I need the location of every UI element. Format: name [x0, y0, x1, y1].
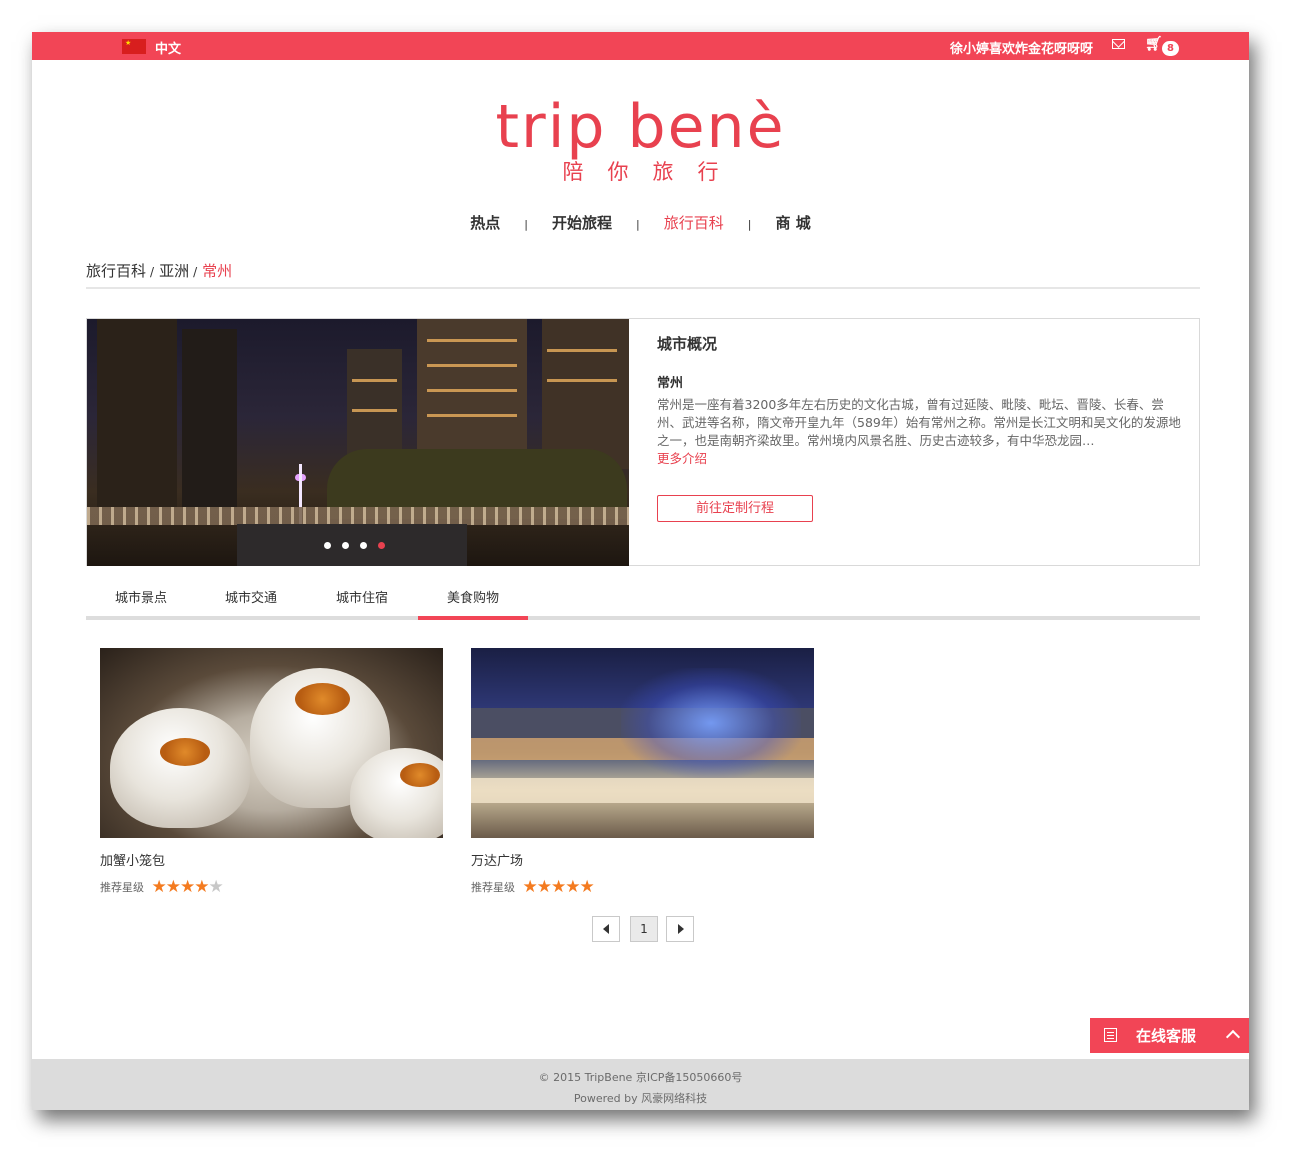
- star-icon: ★: [522, 877, 538, 897]
- more-info-link[interactable]: 更多介绍: [657, 448, 707, 467]
- divider: [86, 287, 1200, 289]
- item-rating: 推荐星级 ★★★★★: [100, 877, 443, 897]
- star-icon: ★: [208, 877, 224, 897]
- city-overview-panel: 城市概况 常州 常州是一座有着3200多年左右历史的文化古城，曾有过延陵、毗陵、…: [86, 318, 1200, 566]
- tab-transport[interactable]: 城市交通: [196, 587, 306, 606]
- breadcrumb-separator: /: [193, 265, 198, 279]
- carousel-dot[interactable]: [378, 542, 385, 549]
- star-icon: ★: [565, 877, 580, 897]
- carousel-indicators: [324, 534, 396, 553]
- powered-by-text: Powered by 风豪网络科技: [573, 1092, 708, 1105]
- mail-icon[interactable]: [1112, 39, 1125, 49]
- user-name-link[interactable]: 徐小婷喜欢炸金花呀呀呀: [950, 38, 1093, 57]
- top-bar: ★ 中文 徐小婷喜欢炸金花呀呀呀 🛒︎ 8: [32, 32, 1249, 60]
- item-name[interactable]: 加蟹小笼包: [100, 850, 443, 869]
- star-icon: ★: [180, 877, 195, 897]
- tab-accommodation[interactable]: 城市住宿: [307, 587, 417, 606]
- cart-icon[interactable]: 🛒︎: [1145, 36, 1163, 52]
- light-installation: [621, 668, 801, 778]
- star-rating: ★★★★★: [151, 877, 224, 897]
- star-icon: ★: [194, 877, 209, 897]
- item-rating: 推荐星级 ★★★★★: [471, 877, 814, 897]
- tab-attractions[interactable]: 城市景点: [86, 587, 196, 606]
- nav-item-start-journey[interactable]: 开始旅程: [528, 214, 636, 232]
- nav-item-hot[interactable]: 热点: [446, 214, 524, 232]
- nav-item-travel-wiki[interactable]: 旅行百科: [640, 214, 748, 232]
- language-switch[interactable]: 中文: [155, 38, 181, 57]
- browser-page: ★ 中文 徐小婷喜欢炸金花呀呀呀 🛒︎ 8 trip benè 陪你旅行 热点 |…: [32, 32, 1249, 1110]
- star-icon: ★: [551, 877, 566, 897]
- food-photo[interactable]: [100, 648, 443, 838]
- list-item[interactable]: 加蟹小笼包 推荐星级 ★★★★★: [100, 648, 443, 897]
- carousel-dot[interactable]: [360, 542, 367, 549]
- category-tabs: 城市景点 城市交通 城市住宿 美食购物: [86, 581, 1200, 621]
- chat-list-icon: [1104, 1028, 1117, 1042]
- rating-label: 推荐星级: [100, 881, 144, 894]
- prev-page-icon[interactable]: [592, 916, 620, 942]
- online-service-widget[interactable]: 在线客服: [1090, 1018, 1249, 1053]
- breadcrumb-separator: /: [150, 265, 155, 279]
- city-name: 常州: [657, 376, 684, 391]
- tab-underline-track: [86, 616, 1200, 620]
- star-rating: ★★★★★: [522, 877, 595, 897]
- river-railing: [87, 507, 629, 525]
- main-nav: 热点 | 开始旅程 | 旅行百科 | 商 城: [32, 212, 1249, 233]
- next-page-icon[interactable]: [666, 916, 694, 942]
- page-number[interactable]: 1: [630, 916, 658, 942]
- china-flag-icon[interactable]: ★: [122, 39, 146, 54]
- item-name[interactable]: 万达广场: [471, 850, 814, 869]
- breadcrumb: 旅行百科 / 亚洲 / 常州: [86, 260, 232, 281]
- tab-food-shopping[interactable]: 美食购物: [418, 587, 528, 606]
- cart-count-badge: 8: [1162, 41, 1179, 56]
- logo-tagline: 陪你旅行: [562, 160, 743, 184]
- list-item[interactable]: 万达广场 推荐星级 ★★★★★: [471, 648, 814, 897]
- breadcrumb-item-travel-wiki[interactable]: 旅行百科: [86, 262, 146, 280]
- copyright-text: © 2015 TripBene 京ICP备15050660号: [538, 1071, 743, 1084]
- carousel-dot[interactable]: [324, 542, 331, 549]
- footer: © 2015 TripBene 京ICP备15050660号 Powered b…: [32, 1059, 1249, 1110]
- tab-active-indicator: [418, 616, 528, 620]
- star-icon: ★: [151, 877, 167, 897]
- city-photo-carousel[interactable]: [87, 319, 629, 566]
- breadcrumb-current: 常州: [202, 262, 233, 280]
- mall-photo[interactable]: [471, 648, 814, 838]
- section-title: 城市概况: [657, 335, 718, 353]
- breadcrumb-item-asia[interactable]: 亚洲: [159, 262, 189, 280]
- star-icon: ★: [536, 877, 552, 897]
- star-icon: ★: [579, 877, 595, 897]
- online-service-label: 在线客服: [1136, 1027, 1197, 1045]
- nav-item-shop[interactable]: 商 城: [751, 214, 834, 232]
- site-logo[interactable]: trip benè 陪你旅行: [32, 94, 1249, 186]
- city-description: 常州是一座有着3200多年左右历史的文化古城，曾有过延陵、毗陵、毗坛、晋陵、长春…: [657, 397, 1181, 448]
- star-icon: ★: [165, 877, 181, 897]
- carousel-dot[interactable]: [342, 542, 349, 549]
- rating-label: 推荐星级: [471, 881, 515, 894]
- custom-itinerary-button[interactable]: 前往定制行程: [657, 495, 813, 522]
- logo-wordmark: trip benè: [495, 92, 786, 162]
- chevron-up-icon[interactable]: [1225, 1029, 1241, 1045]
